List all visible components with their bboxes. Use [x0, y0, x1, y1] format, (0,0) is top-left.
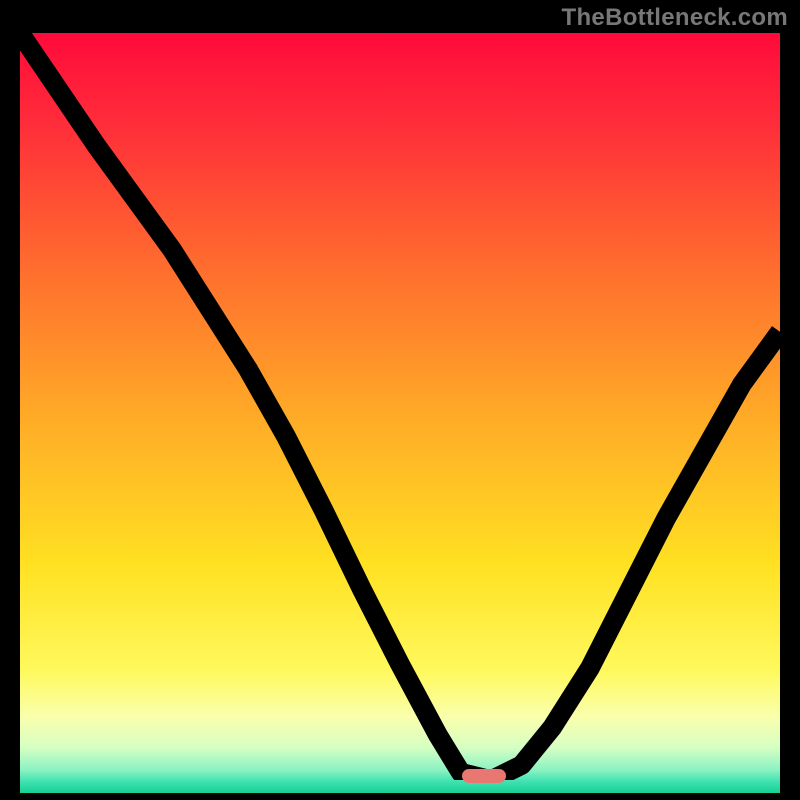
left-branch-line — [20, 33, 491, 780]
bottleneck-curve — [20, 33, 780, 780]
chart-frame: TheBottleneck.com — [0, 0, 800, 800]
optimal-marker — [462, 769, 506, 783]
watermark-text: TheBottleneck.com — [562, 4, 788, 32]
right-branch-line — [491, 332, 780, 780]
plot-area — [20, 33, 780, 780]
